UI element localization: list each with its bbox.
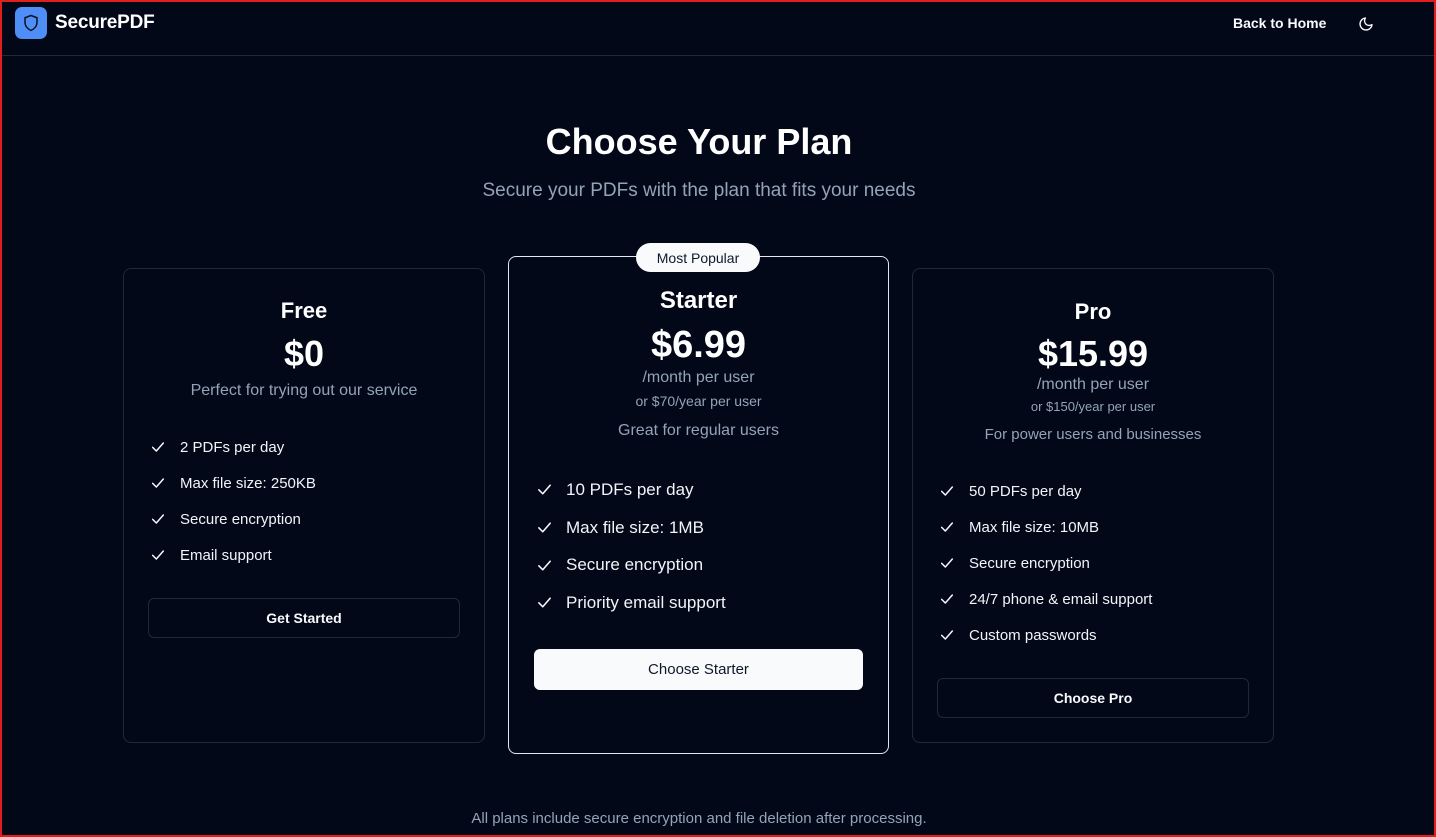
feature-item: Priority email support	[535, 584, 726, 622]
feature-item: 2 PDFs per day	[149, 429, 316, 465]
check-icon	[535, 556, 553, 574]
brand-name: SecurePDF	[55, 12, 155, 33]
plan-name: Starter	[659, 287, 738, 314]
feature-item: 10 PDFs per day	[535, 471, 726, 509]
page-title: Choose Your Plan	[545, 121, 853, 162]
feature-label: 10 PDFs per day	[566, 479, 694, 499]
check-icon	[149, 474, 167, 492]
check-icon	[149, 546, 167, 564]
feature-label: Max file size: 10MB	[969, 518, 1100, 536]
check-icon	[535, 519, 553, 537]
feature-label: Secure encryption	[180, 510, 301, 528]
feature-item: Secure encryption	[938, 545, 1152, 581]
plan-description: For power users and businesses	[984, 426, 1202, 443]
plan-description: Great for regular users	[618, 422, 779, 439]
check-icon	[149, 438, 167, 456]
feature-label: Email support	[180, 546, 272, 564]
plan-price: $0	[283, 333, 325, 374]
choose-pro-button[interactable]: Choose Pro	[937, 678, 1249, 718]
shield-icon	[15, 7, 47, 39]
check-icon	[149, 510, 167, 528]
choose-starter-button[interactable]: Choose Starter	[534, 649, 863, 690]
check-icon	[938, 590, 956, 608]
plan-yearly-price: or $150/year per user	[1030, 399, 1156, 414]
feature-label: Max file size: 1MB	[566, 517, 704, 537]
feature-label: 24/7 phone & email support	[969, 590, 1153, 608]
feature-label: Secure encryption	[566, 555, 704, 575]
brand[interactable]: SecurePDF	[15, 7, 155, 39]
plan-name: Pro	[1074, 299, 1112, 324]
feature-item: Max file size: 250KB	[149, 465, 316, 501]
feature-list: 10 PDFs per day Max file size: 1MB Secur…	[535, 471, 726, 622]
feature-item: Email support	[149, 537, 316, 573]
feature-list: 2 PDFs per day Max file size: 250KB Secu…	[149, 429, 316, 573]
feature-label: Max file size: 250KB	[180, 474, 316, 492]
plan-period: /month per user	[1036, 376, 1150, 393]
check-icon	[938, 482, 956, 500]
check-icon	[938, 626, 956, 644]
plan-card-free: Free $0 Perfect for trying out our servi…	[123, 268, 485, 743]
check-icon	[938, 554, 956, 572]
plan-period: /month per user	[642, 369, 755, 386]
feature-label: 50 PDFs per day	[969, 482, 1082, 500]
top-navbar: SecurePDF Back to Home	[2, 2, 1434, 56]
feature-list: 50 PDFs per day Max file size: 10MB Secu…	[938, 473, 1152, 653]
plan-card-pro: Pro $15.99 /month per user or $150/year …	[912, 268, 1274, 743]
page-subtitle: Secure your PDFs with the plan that fits…	[482, 180, 916, 201]
check-icon	[535, 481, 553, 499]
feature-item: 50 PDFs per day	[938, 473, 1152, 509]
feature-label: 2 PDFs per day	[180, 438, 285, 456]
feature-item: Max file size: 10MB	[938, 509, 1152, 545]
feature-label: Priority email support	[566, 592, 726, 612]
plans-footnote: All plans include secure encryption and …	[471, 810, 927, 827]
plan-name: Free	[280, 298, 328, 323]
most-popular-badge: Most Popular	[636, 243, 760, 272]
feature-item: Max file size: 1MB	[535, 509, 726, 547]
feature-label: Secure encryption	[969, 554, 1090, 572]
feature-item: Secure encryption	[535, 546, 726, 584]
check-icon	[535, 594, 553, 612]
feature-item: Custom passwords	[938, 617, 1152, 653]
moon-icon[interactable]	[1355, 13, 1377, 35]
feature-item: Secure encryption	[149, 501, 316, 537]
plan-price: $15.99	[1037, 333, 1149, 374]
plan-card-starter: Most Popular Starter $6.99 /month per us…	[508, 243, 889, 754]
plan-price: $6.99	[650, 324, 747, 366]
feature-item: 24/7 phone & email support	[938, 581, 1152, 617]
back-to-home-link[interactable]: Back to Home	[1233, 15, 1326, 31]
feature-label: Custom passwords	[969, 626, 1097, 644]
check-icon	[938, 518, 956, 536]
get-started-button[interactable]: Get Started	[148, 598, 460, 638]
plan-description: Perfect for trying out our service	[190, 382, 418, 399]
plan-yearly-price: or $70/year per user	[635, 393, 762, 409]
